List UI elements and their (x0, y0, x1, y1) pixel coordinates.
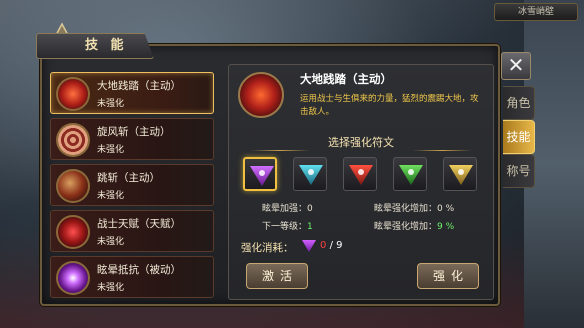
enhance-cost-value: 0 / 9 (320, 240, 342, 251)
tab-character[interactable]: 角色 (503, 86, 535, 120)
skill-name: 大地践踏（主动） (97, 80, 181, 92)
stat-label: 下一等级： (262, 222, 308, 232)
close-icon: ✕ (507, 53, 525, 77)
skill-item-whirlwind[interactable]: 旋风斩（主动） 未强化 (50, 118, 214, 160)
stat-value: 9 % (437, 222, 455, 232)
skill-list: 大地践踏（主动） 未强化 旋风斩（主动） 未强化 跳斩（主动） 未强化 战士天赋… (50, 70, 214, 300)
tab-title[interactable]: 称号 (503, 154, 535, 188)
detail-skill-name: 大地践踏（主动） (300, 72, 392, 86)
rune-glyph (458, 169, 464, 175)
skill-state: 未强化 (97, 237, 125, 247)
rune-slot-green[interactable] (393, 157, 427, 191)
cost-have: 0 (320, 240, 327, 251)
earth-stomp-large-icon (238, 72, 284, 118)
stat-value: 0 % (437, 204, 455, 214)
tab-skills[interactable]: 技能 (503, 120, 535, 154)
rune-slot-yellow[interactable] (443, 157, 477, 191)
skill-state: 未强化 (97, 99, 125, 109)
skill-name: 旋风斩（主动） (97, 126, 171, 138)
earth-stomp-icon (56, 77, 90, 111)
stat-label: 眩晕加强： (262, 204, 308, 214)
skill-name: 战士天赋（天赋） (97, 218, 181, 230)
stat-label: 眩晕强化增加： (374, 204, 438, 214)
rune-glyph (308, 169, 314, 175)
skill-name: 眩晕抵抗（被动） (97, 264, 181, 276)
rune-glyph (358, 169, 364, 175)
rune-glyph (408, 169, 414, 175)
rune-glyph (259, 170, 265, 176)
divider-left (250, 150, 310, 151)
stat-next-level: 下一等级：1 (262, 219, 313, 232)
stat-value: 1 (307, 222, 313, 232)
stat-value: 0 (307, 204, 313, 214)
rune-slot-red[interactable] (343, 157, 377, 191)
map-name-label: 冰雪峭壁 (494, 3, 578, 21)
skill-item-stun-resist[interactable]: 眩晕抵抗（被动） 未强化 (50, 256, 214, 298)
leap-strike-icon (56, 169, 90, 203)
whirlwind-icon (56, 123, 90, 157)
enhance-button[interactable]: 强化 (417, 263, 479, 289)
detail-skill-description: 运用战士与生俱来的力量，猛烈的震踢大地，攻击敌人。 (300, 94, 479, 117)
skill-state: 未强化 (97, 283, 125, 293)
tab-label: 称号 (506, 164, 531, 178)
stat-stun-rate-next: 眩晕强化增加：9 % (374, 219, 454, 232)
purple-rune-icon (250, 166, 274, 186)
skill-item-warrior-talent[interactable]: 战士天赋（天赋） 未强化 (50, 210, 214, 252)
skill-state: 未强化 (97, 191, 125, 201)
stat-stun-rate: 眩晕强化增加：0 % (374, 201, 454, 214)
divider-right (412, 150, 472, 151)
yellow-rune-icon (449, 165, 473, 185)
close-button[interactable]: ✕ (501, 52, 531, 80)
skill-item-earth-stomp[interactable]: 大地践踏（主动） 未强化 (50, 72, 214, 114)
skill-state: 未强化 (97, 145, 125, 155)
panel-title: 技 能 (36, 33, 154, 59)
rune-slot-purple[interactable] (243, 157, 277, 191)
cyan-rune-icon (299, 165, 323, 185)
stun-resist-icon (56, 261, 90, 295)
red-rune-icon (349, 165, 373, 185)
skill-name: 跳斩（主动） (97, 172, 160, 184)
green-rune-icon (399, 165, 423, 185)
activate-button[interactable]: 激活 (246, 263, 308, 289)
stat-stun-boost: 眩晕加强：0 (262, 201, 313, 214)
tab-label: 角色 (506, 96, 531, 110)
cost-need: / 9 (329, 240, 343, 251)
stat-label: 眩晕强化增加： (374, 222, 438, 232)
rune-slot-cyan[interactable] (293, 157, 327, 191)
tab-label: 技能 (506, 130, 531, 144)
warrior-talent-icon (56, 215, 90, 249)
skill-item-leap-strike[interactable]: 跳斩（主动） 未强化 (50, 164, 214, 206)
rune-section-title: 选择强化符文 (328, 136, 394, 149)
enhance-cost-label: 强化消耗： (241, 242, 294, 254)
